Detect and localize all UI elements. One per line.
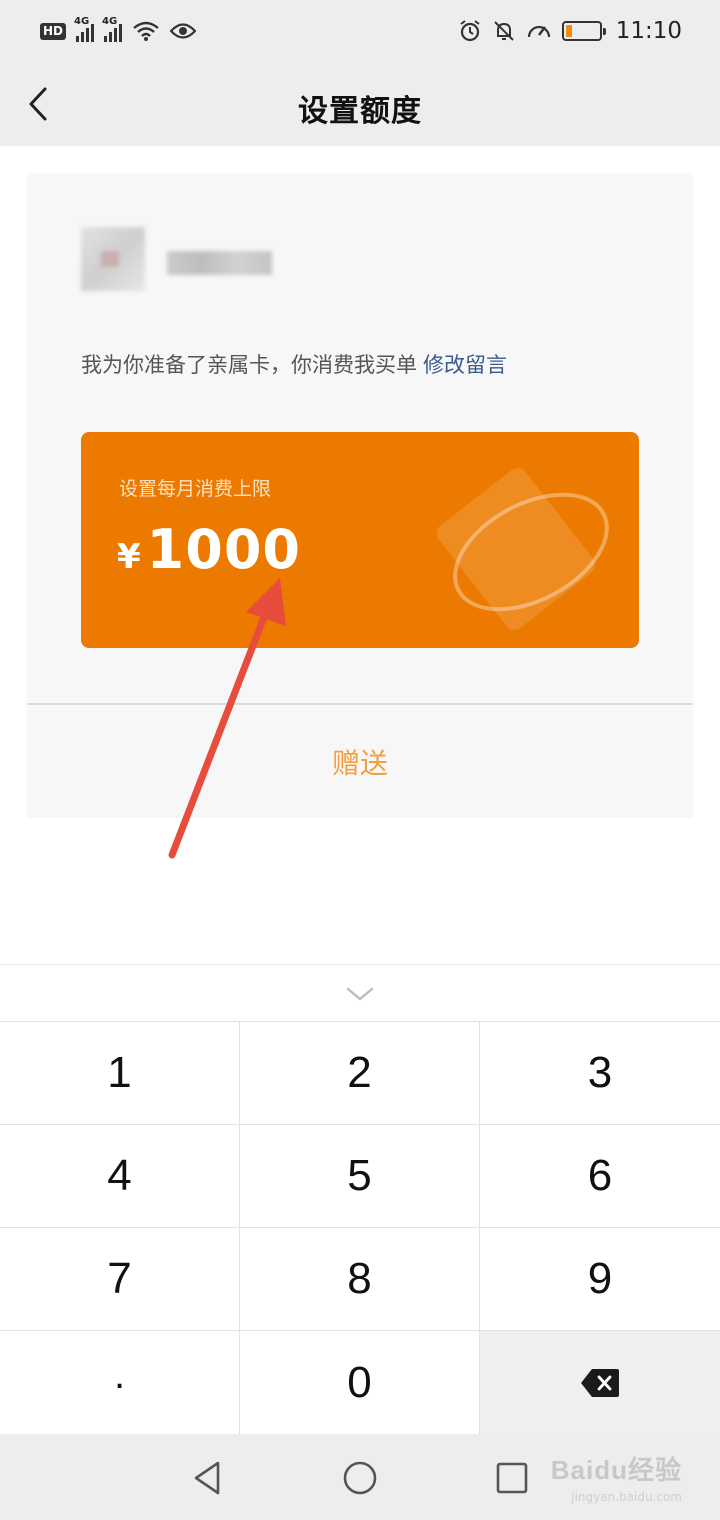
key-6[interactable]: 6	[480, 1125, 720, 1228]
card-decoration-icon	[436, 467, 609, 631]
avatar	[81, 227, 145, 291]
signal-icon: 4G	[74, 16, 95, 42]
message-row: 我为你准备了亲属卡，你消费我买单 修改留言	[81, 349, 507, 379]
key-1[interactable]: 1	[0, 1022, 240, 1125]
key-decimal[interactable]: .	[0, 1331, 240, 1435]
limit-label: 设置每月消费上限	[119, 478, 272, 500]
status-bar: HD 4G 4G 11:10	[0, 0, 720, 62]
home-circle-icon[interactable]	[340, 1458, 380, 1498]
nav-bar: 设置额度	[0, 62, 720, 146]
signal-icon: 4G	[102, 16, 123, 42]
limit-card[interactable]: 设置每月消费上限 ¥ 1000	[81, 432, 639, 648]
eye-icon	[170, 23, 197, 39]
clock: 11:10	[615, 18, 682, 44]
watermark: Baidu经验	[550, 1455, 682, 1485]
numeric-keypad: 1 2 3 4 5 6 7 8 9 . 0	[0, 1021, 720, 1435]
status-left: HD 4G 4G	[40, 16, 197, 42]
watermark-url: jingyan.baidu.com	[571, 1490, 682, 1504]
hide-keyboard-button[interactable]	[340, 979, 380, 1009]
battery-level	[565, 25, 573, 37]
back-triangle-icon[interactable]	[188, 1458, 228, 1498]
wifi-icon	[133, 21, 159, 41]
keyboard-toggle-row	[0, 964, 720, 1022]
key-0[interactable]: 0	[240, 1331, 480, 1435]
system-nav-bar: Baidu经验 jingyan.baidu.com	[0, 1434, 720, 1520]
chevron-down-icon	[346, 987, 374, 1001]
limit-amount: ¥ 1000	[117, 518, 301, 581]
key-8[interactable]: 8	[240, 1228, 480, 1331]
key-2[interactable]: 2	[240, 1022, 480, 1125]
key-5[interactable]: 5	[240, 1125, 480, 1228]
recipient-name-blurred	[167, 251, 272, 275]
alarm-icon	[460, 20, 480, 42]
backspace-button[interactable]	[480, 1331, 720, 1435]
gift-message: 我为你准备了亲属卡，你消费我买单	[81, 353, 417, 377]
gift-card-panel: 我为你准备了亲属卡，你消费我买单 修改留言 设置每月消费上限 ¥ 1000 赠送	[27, 173, 693, 818]
mute-icon	[493, 21, 514, 41]
speed-icon	[527, 25, 550, 38]
key-4[interactable]: 4	[0, 1125, 240, 1228]
currency-symbol: ¥	[117, 537, 141, 577]
key-3[interactable]: 3	[480, 1022, 720, 1125]
backspace-icon	[581, 1368, 619, 1397]
amount-value: 1000	[146, 518, 301, 581]
status-right: 11:10	[458, 18, 682, 44]
page-title: 设置额度	[298, 94, 422, 129]
key-9[interactable]: 9	[480, 1228, 720, 1331]
battery-icon	[561, 21, 606, 41]
key-7[interactable]: 7	[0, 1228, 240, 1331]
send-button[interactable]: 赠送	[27, 705, 693, 818]
edit-message-link[interactable]: 修改留言	[423, 353, 507, 377]
recents-square-icon[interactable]	[492, 1458, 532, 1498]
hd-icon: HD	[40, 22, 67, 40]
